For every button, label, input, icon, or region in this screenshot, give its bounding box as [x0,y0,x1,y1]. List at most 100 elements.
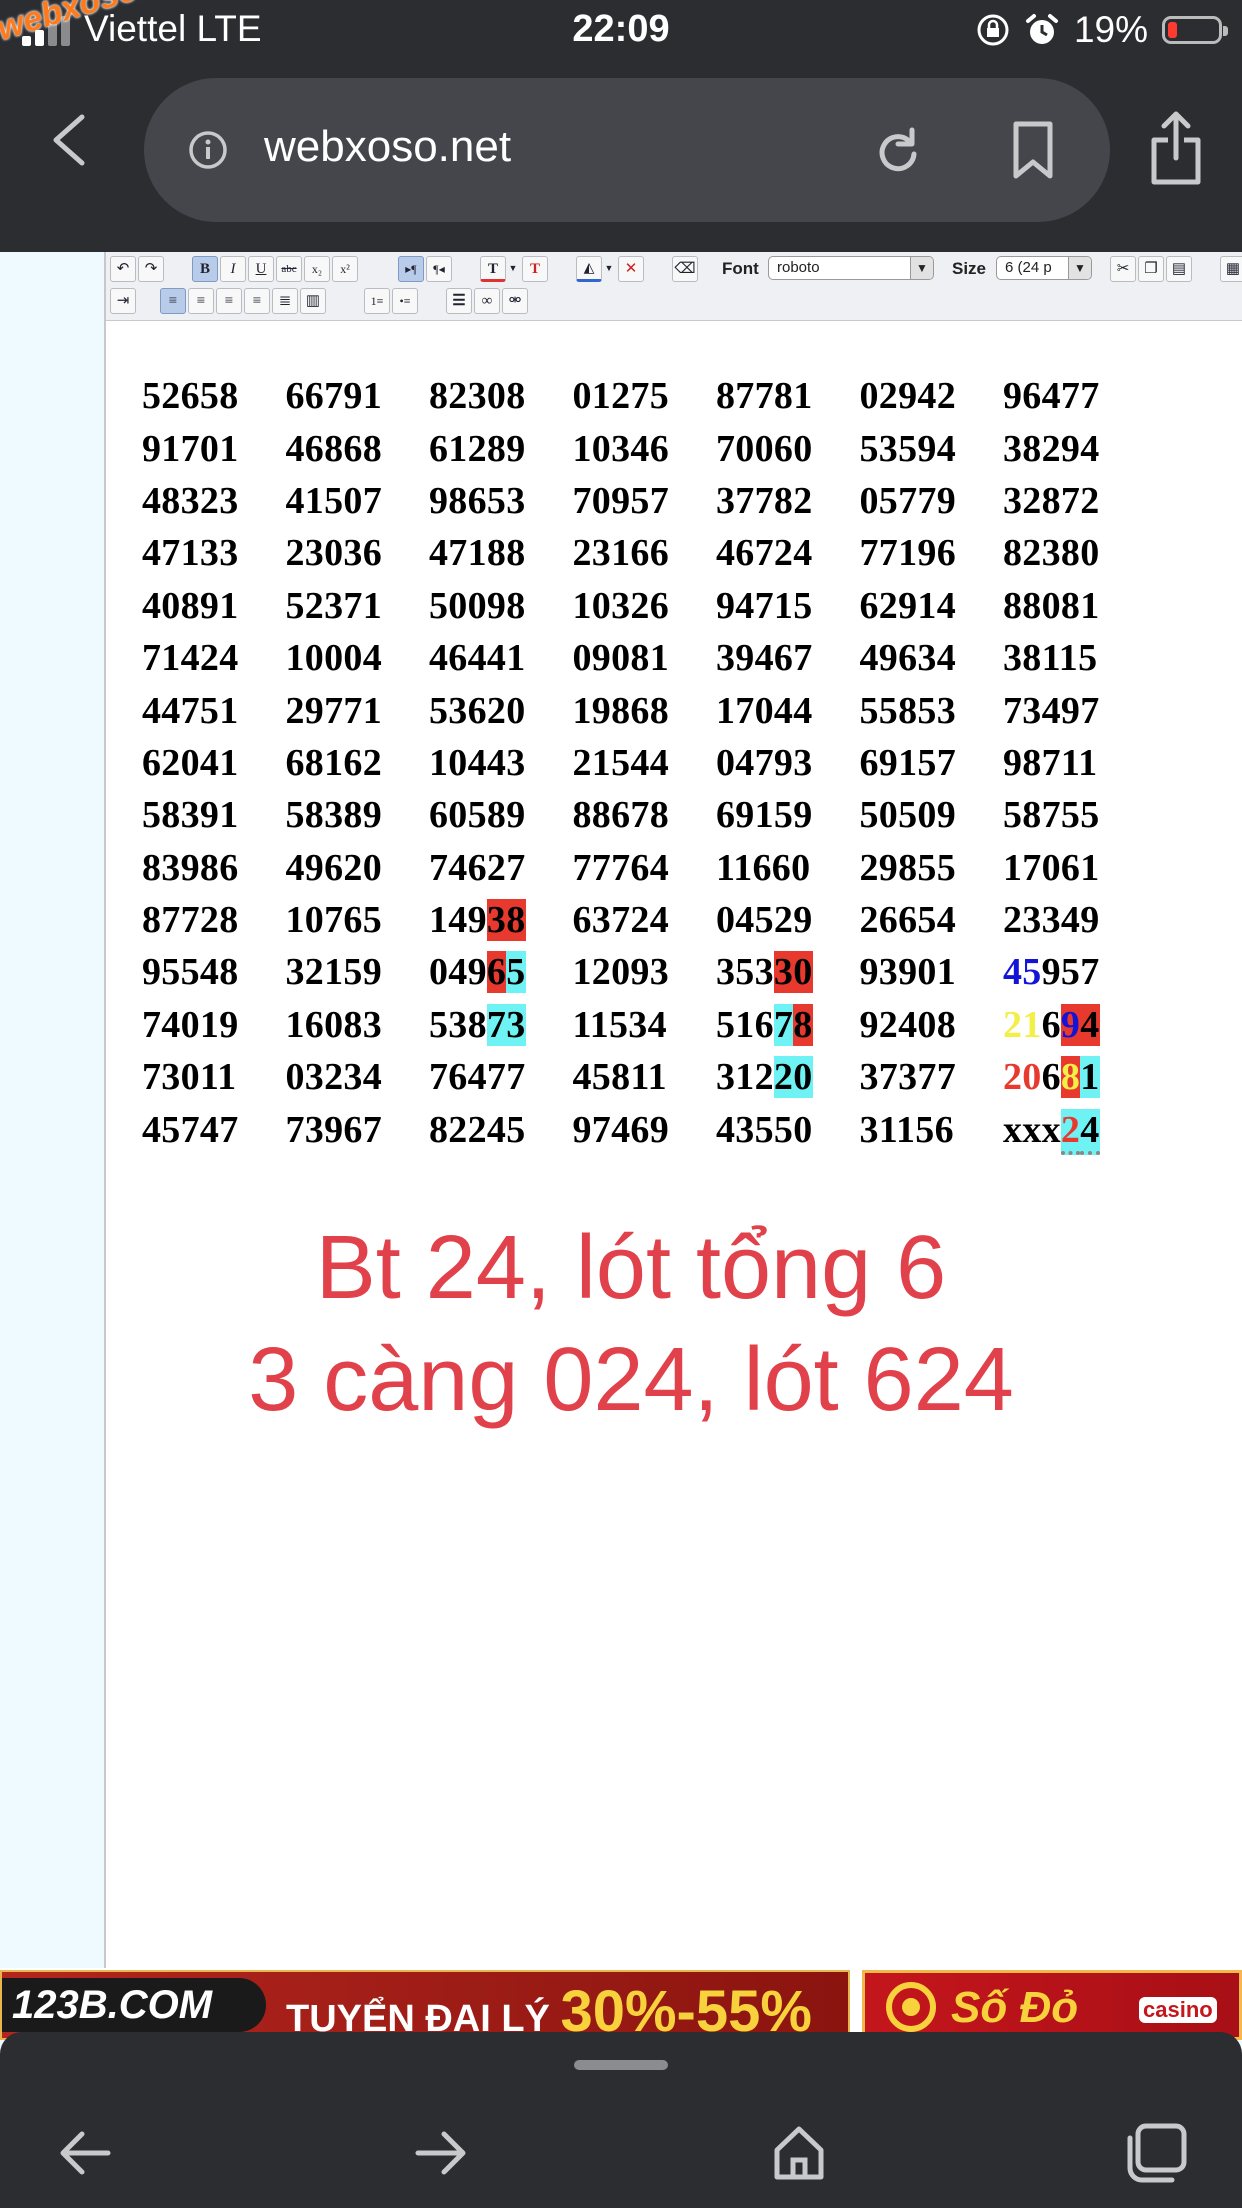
number-segment: 38294 [1003,427,1100,470]
eraser-icon[interactable]: ⌫ [672,256,698,282]
ltr-icon[interactable]: ▸¶ [398,256,424,282]
number-segment: 37377 [859,1056,956,1099]
tabs-icon[interactable] [1124,2122,1188,2184]
strikethrough-icon[interactable]: abc [276,256,302,282]
nav-back-icon[interactable] [58,2128,112,2178]
rich-text-editor[interactable]: ↶ ↷ B I U abc x₂ x² ▸¶ ¶◂ T ▼ T ◭ ▼ ✕ ⌫ … [104,252,1242,1968]
number-segment: 312 [716,1056,774,1099]
number-segment: 01275 [572,375,669,418]
align-right-icon[interactable]: ≡ [244,288,270,314]
unordered-list-icon[interactable]: •≡ [392,288,418,314]
highlight-dropdown-icon[interactable]: ▼ [604,256,614,282]
number-cell: 40891 [142,580,286,632]
prediction-note: Bt 24, lót tổng 6 3 càng 024, lót 624 [106,1212,1156,1436]
number-segment: 77196 [859,532,956,575]
battery-percent: 19% [1073,9,1148,50]
number-cell: 01275 [573,370,717,422]
rtl-icon[interactable]: ¶◂ [426,256,452,282]
align-left-icon[interactable]: ≡ [188,288,214,314]
number-cell: 45747 [142,1103,286,1155]
indent-icon[interactable]: ⇥ [110,288,136,314]
number-cell: 14938 [429,894,573,946]
align-justify-block-icon[interactable]: ≡ [160,288,186,314]
number-cell: 03234 [286,1051,430,1103]
number-segment: 7 [773,1003,794,1046]
undo-icon[interactable]: ↶ [110,256,136,282]
ad-banner-123b[interactable]: 123B.COM TUYỂN ĐẠI LÝ 30%-55% [0,1970,850,2040]
subscript-icon[interactable]: x₂ [304,256,330,282]
redo-icon[interactable]: ↷ [138,256,164,282]
nav-forward-icon[interactable] [414,2128,468,2178]
bottom-toolbar [0,2032,1242,2208]
number-segment: 38115 [1003,637,1098,680]
number-segment: 52658 [142,375,239,418]
number-segment: 8 [1060,1056,1081,1099]
align-justify-icon[interactable]: ≣ [272,288,298,314]
horizontal-rule-icon[interactable]: ☰ [446,288,472,314]
highlight-icon[interactable]: ◭ [576,256,602,282]
cut-icon[interactable]: ✂ [1110,256,1136,282]
underline-icon[interactable]: U [248,256,274,282]
number-cell: 51678 [716,999,860,1051]
align-center-icon[interactable]: ≡ [216,288,242,314]
number-cell: 91701 [142,422,286,474]
back-icon[interactable] [50,114,86,166]
text-color-icon[interactable]: T [480,256,506,282]
number-cell: 04965 [429,946,573,998]
address-bar[interactable]: webxoso.net [144,78,1110,222]
reload-icon[interactable] [872,126,924,178]
italic-icon[interactable]: I [220,256,246,282]
remove-format-icon[interactable]: T [522,256,548,282]
home-icon[interactable] [772,2124,826,2180]
number-segment: 23166 [572,532,669,575]
number-segment: 46868 [285,427,382,470]
number-segment: 77764 [572,846,669,889]
unlink-icon[interactable]: ⚮ [502,288,528,314]
number-cell: 61289 [429,422,573,474]
number-segment: 2 [1060,1108,1081,1155]
bold-icon[interactable]: B [192,256,218,282]
number-segment: 82380 [1003,532,1100,575]
info-icon[interactable] [188,130,228,170]
block-quote-icon[interactable]: ▥ [300,288,326,314]
number-segment: 05779 [859,479,956,522]
ad-banner-sodo[interactable]: Số Đỏ casino [862,1970,1242,2040]
copy-icon[interactable]: ❐ [1138,256,1164,282]
number-segment: 58389 [285,794,382,837]
number-segment: 48323 [142,479,239,522]
url-text[interactable]: webxoso.net [264,122,511,172]
number-segment: 53620 [429,689,526,732]
number-row: 83986 49620 74627 77764 11660 29855 17061 [142,842,1147,894]
superscript-icon[interactable]: x² [332,256,358,282]
number-cell: 58391 [142,789,286,841]
chevron-down-icon: ▼ [910,257,933,279]
number-segment: 73967 [285,1108,382,1151]
table-icon[interactable]: ▦ [1220,256,1242,282]
number-segment: 39467 [716,637,813,680]
drag-handle[interactable] [574,2060,668,2070]
number-row: 58391 58389 60589 88678 69159 50509 58755 [142,789,1147,841]
share-icon[interactable] [1150,110,1202,186]
text-color-dropdown-icon[interactable]: ▼ [508,256,518,282]
number-cell: 87728 [142,894,286,946]
number-segment: 91701 [142,427,239,470]
number-cell: 87781 [716,370,860,422]
web-page: ↶ ↷ B I U abc x₂ x² ▸¶ ¶◂ T ▼ T ◭ ▼ ✕ ⌫ … [0,252,1242,1968]
number-segment: 37782 [716,479,813,522]
status-right: 19% [976,8,1228,52]
number-cell: 11534 [573,999,717,1051]
paste-icon[interactable]: ▤ [1166,256,1192,282]
number-segment: 71424 [142,637,239,680]
number-segment: 19868 [572,689,669,732]
number-segment: 049 [429,951,487,994]
font-select[interactable]: roboto ▼ [768,256,934,280]
ad-banner-strip[interactable]: 123B.COM TUYỂN ĐẠI LÝ 30%-55% Số Đỏ casi… [0,1968,1242,2040]
link-icon[interactable]: ∞ [474,288,500,314]
bookmark-icon[interactable] [1012,120,1054,180]
number-segment: 6 [1041,1056,1061,1099]
ordered-list-icon[interactable]: 1≡ [364,288,390,314]
clear-highlight-icon[interactable]: ✕ [618,256,644,282]
number-segment: 10443 [429,741,526,784]
size-select[interactable]: 6 (24 p ▼ [996,256,1092,280]
number-cell: 52371 [286,580,430,632]
